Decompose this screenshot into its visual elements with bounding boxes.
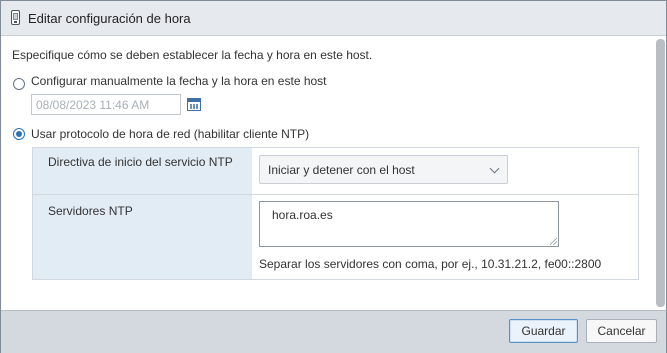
startup-policy-label: Directiva de inicio del servicio NTP (48, 155, 233, 169)
ntp-radio[interactable] (13, 128, 25, 140)
cancel-button[interactable]: Cancelar (586, 319, 657, 343)
ntp-servers-hint: Separar los servidores con coma, por ej.… (259, 257, 602, 271)
edit-time-config-dialog: Editar configuración de hora Especifique… (0, 0, 667, 353)
ntp-servers-field[interactable]: hora.roa.es (259, 201, 559, 247)
ntp-servers-label: Servidores NTP (48, 204, 133, 218)
row-divider (33, 194, 638, 195)
chevron-down-icon (489, 163, 500, 174)
host-icon (11, 10, 20, 25)
datetime-input[interactable]: 08/08/2023 11:46 AM (31, 94, 181, 115)
manual-time-radio[interactable] (13, 78, 25, 90)
dialog-titlebar: Editar configuración de hora (1, 1, 666, 36)
dialog-title: Editar configuración de hora (28, 11, 191, 26)
resize-grip-icon[interactable] (550, 238, 557, 245)
vertical-scrollbar[interactable] (656, 39, 665, 307)
dialog-content: Especifique cómo se deben establecer la … (1, 36, 651, 310)
manual-time-label[interactable]: Configurar manualmente la fecha y la hor… (31, 74, 327, 88)
startup-policy-select[interactable]: Iniciar y detener con el host (259, 155, 508, 184)
ntp-label[interactable]: Usar protocolo de hora de red (habilitar… (31, 127, 309, 141)
startup-policy-value: Iniciar y detener con el host (268, 163, 415, 177)
save-button[interactable]: Guardar (509, 319, 578, 343)
dialog-footer: Guardar Cancelar (1, 310, 666, 353)
ntp-servers-value: hora.roa.es (272, 208, 333, 222)
intro-text: Especifique cómo se deben establecer la … (12, 48, 373, 62)
ntp-settings-table: Directiva de inicio del servicio NTP Ini… (32, 147, 639, 280)
calendar-icon[interactable] (187, 98, 201, 111)
